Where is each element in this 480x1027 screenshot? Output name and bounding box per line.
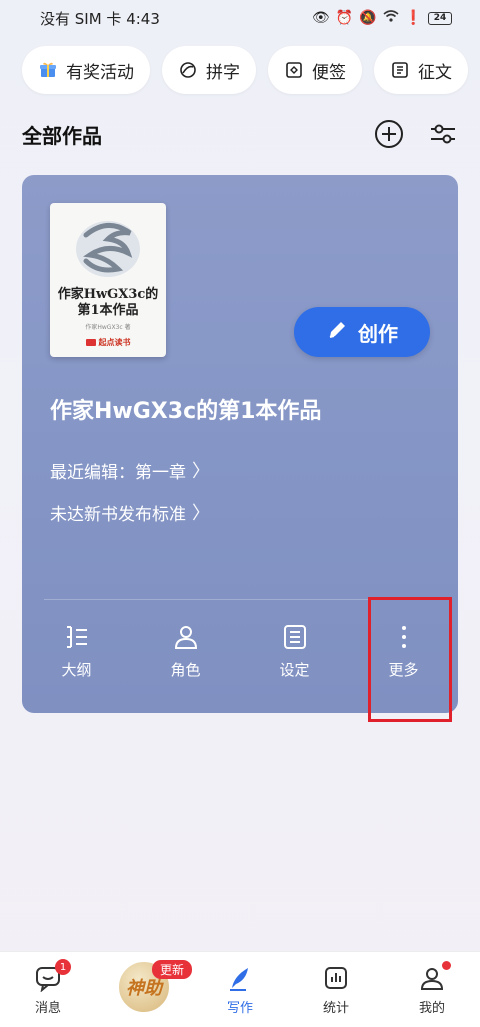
tab-mine-label: 我的 <box>418 1001 445 1016</box>
essay-icon <box>390 60 410 80</box>
book-title[interactable]: 作家HwGX3c的第1本作品 <box>50 393 321 425</box>
tab-write[interactable]: 写作 <box>192 952 288 1027</box>
pencil-icon <box>326 319 348 346</box>
tool-outline[interactable]: 大纲 <box>22 615 131 695</box>
quick-actions: 有奖活动 拼字 便签 征文 <box>22 46 468 94</box>
tab-write-label: 写作 <box>226 1001 253 1016</box>
update-badge: 更新 <box>152 960 192 979</box>
add-icon[interactable] <box>374 119 404 149</box>
last-edit-link[interactable]: 最近编辑：第一章 〉 <box>50 457 210 483</box>
tool-outline-label: 大纲 <box>61 661 92 679</box>
quill-icon <box>225 963 255 993</box>
carrier-time: 没有 SIM 卡 4:43 <box>40 9 160 28</box>
create-button-label: 创作 <box>358 321 398 346</box>
section-header: 全部作品 <box>22 114 458 154</box>
section-title: 全部作品 <box>22 123 102 148</box>
chip-note[interactable]: 便签 <box>268 46 362 94</box>
last-edit-label: 最近编辑：第一章 <box>50 462 186 483</box>
tab-stats-label: 统计 <box>322 1001 349 1016</box>
tab-mine[interactable]: 我的 <box>384 952 480 1027</box>
publish-standard-label: 未达新书发布标准 <box>50 504 186 525</box>
chip-essay-label: 征文 <box>418 62 452 83</box>
cover-brand-label: 起点读书 <box>98 338 131 347</box>
create-button[interactable]: 创作 <box>294 307 430 357</box>
cover-brand: 起点读书 <box>85 337 131 348</box>
person-icon <box>172 623 200 651</box>
settings-list-icon <box>281 623 309 651</box>
tab-assistant[interactable]: 神助 更新 <box>96 952 192 1027</box>
tool-settings[interactable]: 设定 <box>240 615 349 695</box>
brand-logo-icon <box>85 339 96 346</box>
eye-icon: 👁 <box>311 10 330 26</box>
wifi-icon <box>383 10 399 26</box>
chip-essay[interactable]: 征文 <box>374 46 468 94</box>
battery-icon: 24 <box>428 11 452 25</box>
chip-activity[interactable]: 有奖活动 <box>22 46 150 94</box>
alert-icon: ❗ <box>404 10 422 26</box>
profile-icon <box>417 961 451 993</box>
filter-icon[interactable] <box>428 119 458 149</box>
tool-character-label: 角色 <box>170 661 201 679</box>
swirl-icon <box>178 60 198 80</box>
chip-note-label: 便签 <box>312 62 346 83</box>
highlight-box <box>368 597 452 722</box>
tool-character[interactable]: 角色 <box>131 615 240 695</box>
bottom-tab-bar: 1 消息 神助 更新 写作 统计 我的 <box>0 951 480 1027</box>
tab-messages[interactable]: 1 消息 <box>0 952 96 1027</box>
chip-pinzi-label: 拼字 <box>206 62 240 83</box>
tab-stats[interactable]: 统计 <box>288 952 384 1027</box>
book-cover[interactable]: 作家HwGX3c的第1本作品 作家HwGX3c 著 起点读书 <box>50 203 166 357</box>
tool-settings-label: 设定 <box>279 661 310 679</box>
outline-icon <box>63 623 91 651</box>
mute-icon: 🔕 <box>359 10 377 26</box>
messages-badge: 1 <box>55 959 71 975</box>
chip-activity-label: 有奖活动 <box>66 62 134 83</box>
mine-dot-badge <box>442 961 451 970</box>
publish-standard-link[interactable]: 未达新书发布标准 〉 <box>50 499 210 525</box>
note-icon <box>284 60 304 80</box>
chevron-right-icon: 〉 <box>192 461 210 482</box>
cover-art-icon <box>76 221 140 277</box>
alarm-icon: ⏰ <box>335 10 354 26</box>
chevron-right-icon: 〉 <box>192 503 210 524</box>
header-actions <box>374 119 458 149</box>
cover-author: 作家HwGX3c 著 <box>85 324 131 331</box>
tab-messages-label: 消息 <box>34 1001 61 1016</box>
stats-icon <box>321 963 351 993</box>
cover-title: 作家HwGX3c的第1本作品 <box>57 287 159 318</box>
status-icons: 👁 ⏰ 🔕 ❗ 24 <box>312 10 452 26</box>
gift-icon <box>38 60 58 80</box>
status-bar: 没有 SIM 卡 4:43 👁 ⏰ 🔕 ❗ 24 <box>0 0 480 36</box>
message-icon: 1 <box>33 959 71 993</box>
chip-pinzi[interactable]: 拼字 <box>162 46 256 94</box>
